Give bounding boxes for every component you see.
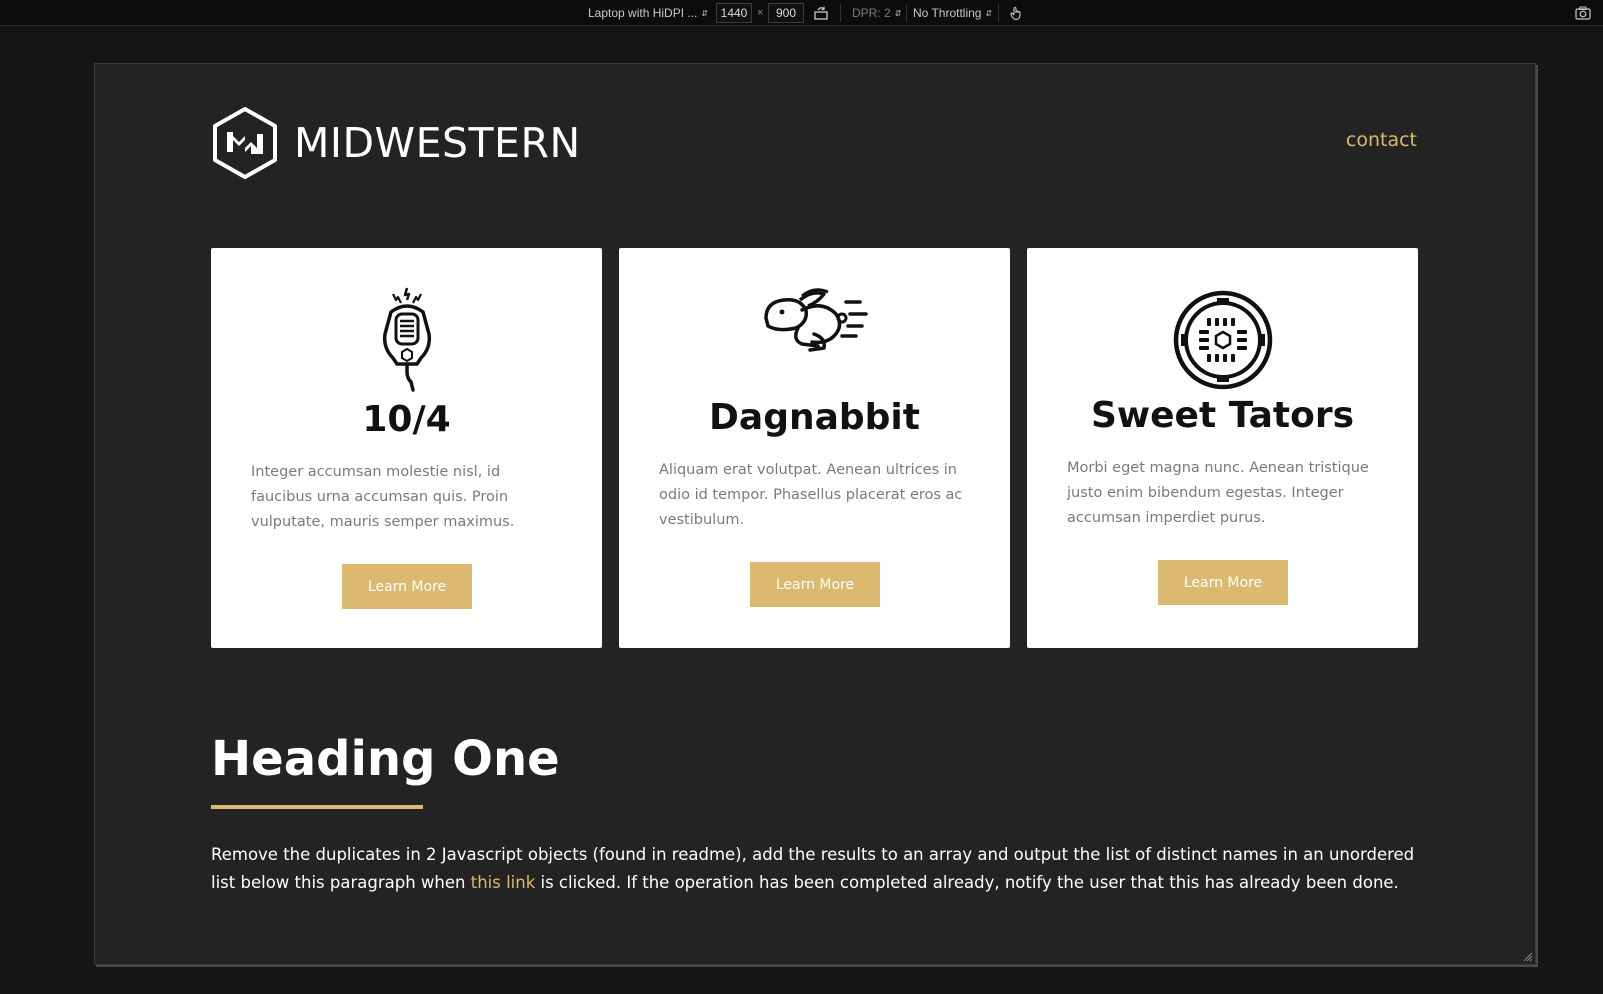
manhole-cover-icon <box>1173 290 1272 390</box>
brand-name: MIDWESTERN <box>294 119 581 167</box>
toolbar-divider <box>906 4 907 22</box>
select-arrows-icon: ⇵ <box>985 8 993 18</box>
learn-more-button[interactable]: Learn More <box>342 564 472 609</box>
brand-logo[interactable] <box>211 106 279 180</box>
touch-icon <box>1010 6 1021 21</box>
paragraph-text-end: is clicked. If the operation has been co… <box>535 873 1399 892</box>
resize-handle-icon[interactable] <box>1521 950 1533 962</box>
dpr-select[interactable]: DPR: 2 ⇵ <box>852 0 901 26</box>
card-title: 10/4 <box>362 399 451 440</box>
contact-link[interactable]: contact <box>1346 127 1417 153</box>
feature-card: Sweet Tators Morbi eget magna nunc. Aene… <box>1027 248 1418 648</box>
rotate-viewport-button[interactable] <box>813 0 829 26</box>
card-icon-wrapper <box>1027 290 1418 390</box>
card-title: Dagnabbit <box>709 397 920 438</box>
feature-card: Dagnabbit Aliquam erat volutpat. Aenean … <box>619 248 1010 648</box>
rotate-icon <box>814 6 828 20</box>
responsive-toolbar: Laptop with HiDPI ... ⇵ 1440 × 900 DPR: … <box>0 0 1603 26</box>
card-text: Aliquam erat volutpat. Aenean ultrices i… <box>659 462 963 528</box>
cb-radio-mic-icon <box>382 287 431 392</box>
throttling-select[interactable]: No Throttling ⇵ <box>913 0 992 26</box>
dpr-select-label: DPR: 2 <box>852 6 891 20</box>
learn-more-button[interactable]: Learn More <box>1158 560 1288 605</box>
card-text: Morbi eget magna nunc. Aenean tristique … <box>1067 460 1369 526</box>
touch-simulation-button[interactable] <box>1008 0 1024 26</box>
feature-card: 10/4 Integer accumsan molestie nisl, id … <box>211 248 602 648</box>
this-link[interactable]: this link <box>471 873 536 892</box>
instructions-paragraph: Remove the duplicates in 2 Javascript ob… <box>211 841 1441 897</box>
throttling-select-label: No Throttling <box>913 6 982 20</box>
card-title: Sweet Tators <box>1090 395 1355 436</box>
screenshot-button[interactable] <box>1575 0 1591 26</box>
responsive-viewport: MIDWESTERN contact 10/4 Integer accumsan… <box>94 63 1536 965</box>
select-arrows-icon: ⇵ <box>894 8 902 18</box>
learn-more-button[interactable]: Learn More <box>750 562 880 607</box>
viewport-width-input[interactable]: 1440 <box>716 3 752 23</box>
card-text: Integer accumsan molestie nisl, id fauci… <box>251 464 515 530</box>
device-select[interactable]: Laptop with HiDPI ... ⇵ <box>588 0 708 26</box>
heading-underline <box>211 805 423 809</box>
device-select-label: Laptop with HiDPI ... <box>588 6 698 20</box>
screenshot-icon <box>1575 6 1591 20</box>
running-rabbit-icon <box>763 288 868 352</box>
card-icon-wrapper <box>211 286 602 392</box>
toolbar-divider <box>998 4 999 22</box>
select-arrows-icon: ⇵ <box>701 8 709 18</box>
dimension-separator: × <box>757 7 764 19</box>
midwestern-logo-icon <box>213 107 277 179</box>
card-icon-wrapper <box>619 288 1010 354</box>
toolbar-divider <box>840 4 841 22</box>
viewport-height-input[interactable]: 900 <box>768 3 804 23</box>
section-heading: Heading One <box>211 731 560 787</box>
